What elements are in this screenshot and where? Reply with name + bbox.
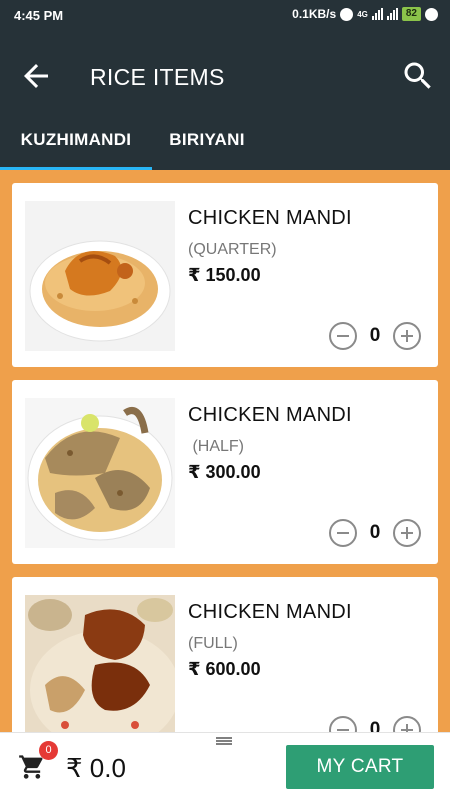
quantity-value: 0 — [369, 522, 381, 543]
search-icon — [404, 62, 431, 89]
item-price: ₹ 300.00 — [188, 462, 261, 482]
notification-icon — [425, 7, 438, 21]
signal-icon-2 — [386, 8, 398, 20]
status-time: 4:45 PM — [14, 8, 64, 23]
my-cart-button[interactable]: MY CART — [286, 745, 434, 789]
item-price: ₹ 600.00 — [188, 659, 261, 679]
item-size: (HALF) — [188, 438, 244, 455]
alarm-icon — [340, 7, 354, 21]
search-button[interactable] — [400, 58, 436, 94]
category-tabs: KUZHIMANDI BIRIYANI — [0, 122, 450, 170]
quantity-stepper: 0 — [328, 715, 422, 732]
network-type: 4G — [357, 9, 368, 19]
quantity-stepper: 0 — [328, 321, 422, 351]
minus-circle-icon[interactable] — [328, 715, 358, 732]
status-bar: 4:45 PM 0.1KB/s 4G 82 — [0, 0, 450, 30]
back-button[interactable] — [18, 58, 54, 94]
cart-total: ₹ 0.0 — [66, 753, 126, 783]
list-item[interactable]: CHICKEN MANDI (HALF) ₹ 300.00 0 — [12, 380, 438, 564]
food-image — [25, 201, 175, 351]
item-name: CHICKEN MANDI — [188, 404, 352, 426]
drag-handle-icon[interactable] — [214, 736, 234, 746]
quantity-stepper: 0 — [328, 518, 422, 548]
bottom-bar: 0 ₹ 0.0 MY CART — [0, 732, 450, 800]
item-price: ₹ 150.00 — [188, 265, 261, 285]
arrow-left-icon — [24, 64, 48, 88]
list-item[interactable]: CHICKEN MANDI (QUARTER) ₹ 150.00 0 — [12, 183, 438, 367]
item-name: CHICKEN MANDI — [188, 207, 352, 229]
tab-kuzhimandi[interactable]: KUZHIMANDI — [0, 130, 152, 170]
item-size: (FULL) — [188, 635, 238, 652]
network-speed: 0.1KB/s — [292, 7, 337, 21]
cart-count-badge: 0 — [39, 741, 58, 760]
food-image — [25, 595, 175, 732]
quantity-value: 0 — [369, 325, 381, 346]
item-name: CHICKEN MANDI — [188, 601, 352, 623]
list-item[interactable]: CHICKEN MANDI (FULL) ₹ 600.00 0 — [12, 577, 438, 732]
minus-circle-icon[interactable] — [328, 321, 358, 351]
quantity-value: 0 — [369, 719, 381, 732]
item-size: (QUARTER) — [188, 241, 277, 258]
app-bar: RICE ITEMS — [0, 30, 450, 122]
food-image — [25, 398, 175, 548]
tab-biriyani[interactable]: BIRIYANI — [152, 130, 262, 170]
signal-icon — [371, 8, 383, 20]
plus-circle-icon[interactable] — [392, 715, 422, 732]
status-icons: 0.1KB/s 4G 82 — [292, 7, 438, 21]
page-title: RICE ITEMS — [90, 64, 225, 90]
battery-level: 82 — [401, 7, 421, 21]
minus-circle-icon[interactable] — [328, 518, 358, 548]
plus-circle-icon[interactable] — [392, 321, 422, 351]
plus-circle-icon[interactable] — [392, 518, 422, 548]
item-list[interactable]: CHICKEN MANDI (QUARTER) ₹ 150.00 0 CHICK… — [0, 170, 450, 732]
